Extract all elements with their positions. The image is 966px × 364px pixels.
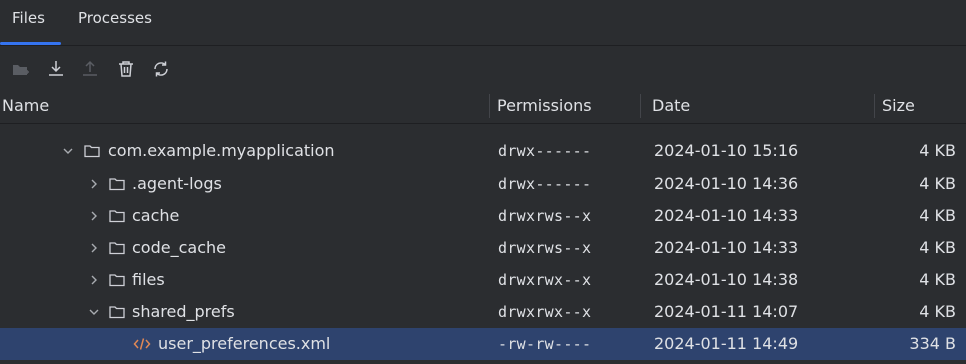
file-name: .agent-logs	[132, 174, 222, 193]
tab-files[interactable]: Files	[12, 0, 60, 46]
file-permissions: -rw-rw----	[498, 335, 592, 353]
file-size: 4 KB	[919, 238, 956, 257]
folder-icon	[108, 239, 126, 257]
file-size: 4 KB	[919, 206, 956, 225]
folder-icon	[108, 303, 126, 321]
folder-icon	[83, 142, 101, 160]
file-permissions: drwxrws--x	[498, 239, 592, 257]
column-header-date[interactable]: Date	[652, 88, 690, 124]
tab-bar: Files Processes	[0, 0, 966, 46]
chevron-right-icon[interactable]	[86, 240, 102, 256]
file-date: 2024-01-10 14:38	[654, 270, 799, 289]
file-permissions: drwx------	[498, 175, 592, 193]
file-tree[interactable]: com.example.myapplication drwx------ 202…	[0, 124, 966, 364]
sync-icon[interactable]	[150, 58, 172, 80]
file-date: 2024-01-11 14:49	[654, 334, 799, 353]
file-permissions: drwx------	[498, 142, 592, 160]
file-date: 2024-01-11 14:07	[654, 302, 799, 321]
delete-icon[interactable]	[115, 58, 137, 80]
chevron-right-icon[interactable]	[86, 176, 102, 192]
file-size: 4 KB	[919, 141, 956, 160]
toolbar	[0, 46, 966, 88]
new-folder-icon[interactable]	[10, 58, 32, 80]
folder-icon	[108, 271, 126, 289]
file-name: user_preferences.xml	[158, 334, 331, 353]
column-header-size[interactable]: Size	[882, 88, 915, 124]
folder-icon	[108, 207, 126, 225]
table-row[interactable]: shared_prefs drwxrwx--x 2024-01-11 14:07…	[0, 296, 966, 328]
table-row[interactable]: cache drwxrws--x 2024-01-10 14:33 4 KB	[0, 200, 966, 232]
file-name: shared_prefs	[132, 302, 235, 321]
scrolled-row-fragment	[0, 124, 966, 130]
column-divider[interactable]	[640, 94, 641, 118]
file-name: files	[132, 270, 165, 289]
column-divider[interactable]	[489, 94, 490, 118]
file-permissions: drwxrwx--x	[498, 271, 592, 289]
upload-icon[interactable]	[79, 58, 101, 80]
file-permissions: drwxrwx--x	[498, 303, 592, 321]
column-divider[interactable]	[874, 94, 875, 118]
file-date: 2024-01-10 14:33	[654, 206, 799, 225]
chevron-right-icon[interactable]	[86, 272, 102, 288]
file-name: code_cache	[132, 238, 226, 257]
active-tab-indicator	[0, 42, 61, 45]
folder-icon	[108, 175, 126, 193]
chevron-down-icon[interactable]	[60, 143, 76, 159]
table-row[interactable]: com.example.myapplication drwx------ 202…	[0, 135, 966, 167]
table-header: Name Permissions Date Size	[0, 88, 966, 124]
file-size: 4 KB	[919, 174, 956, 193]
file-size: 4 KB	[919, 302, 956, 321]
file-size: 4 KB	[919, 270, 956, 289]
file-size: 334 B	[909, 334, 956, 353]
table-row-selected[interactable]: user_preferences.xml -rw-rw---- 2024-01-…	[0, 328, 966, 360]
column-header-permissions[interactable]: Permissions	[497, 88, 592, 124]
column-header-name[interactable]: Name	[2, 88, 49, 124]
file-name: com.example.myapplication	[108, 141, 335, 160]
file-date: 2024-01-10 14:33	[654, 238, 799, 257]
download-icon[interactable]	[45, 58, 67, 80]
table-row[interactable]: files drwxrwx--x 2024-01-10 14:38 4 KB	[0, 264, 966, 296]
table-row[interactable]: .agent-logs drwx------ 2024-01-10 14:36 …	[0, 168, 966, 200]
tab-processes[interactable]: Processes	[78, 0, 152, 46]
chevron-down-icon[interactable]	[86, 304, 102, 320]
file-name: cache	[132, 206, 180, 225]
file-date: 2024-01-10 14:36	[654, 174, 799, 193]
file-permissions: drwxrws--x	[498, 207, 592, 225]
file-date: 2024-01-10 15:16	[654, 141, 799, 160]
xml-file-icon	[133, 336, 151, 352]
chevron-right-icon[interactable]	[86, 208, 102, 224]
table-row[interactable]: code_cache drwxrws--x 2024-01-10 14:33 4…	[0, 232, 966, 264]
